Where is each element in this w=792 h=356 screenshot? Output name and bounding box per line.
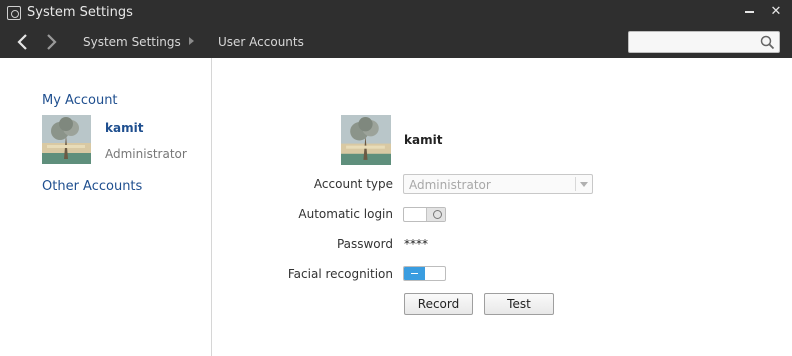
- title-bar: System Settings ✕: [0, 0, 792, 26]
- sidebar: My Account kamit Administrator Other Acc…: [0, 58, 212, 356]
- avatar[interactable]: [42, 115, 91, 164]
- chevron-left-icon: [17, 34, 27, 50]
- account-type-label: Account type: [313, 177, 393, 191]
- window-title: System Settings: [27, 5, 133, 20]
- close-button[interactable]: ✕: [768, 4, 784, 20]
- facial-recognition-toggle[interactable]: [403, 266, 446, 281]
- chevron-down-icon: [580, 182, 588, 187]
- sidebar-user-name[interactable]: kamit: [105, 121, 143, 135]
- toggle-off-icon: [426, 208, 445, 221]
- account-details-panel: kamit Account type Administrator Automat…: [213, 58, 792, 356]
- password-value[interactable]: ****: [404, 237, 428, 251]
- toggle-on-icon: [404, 267, 425, 280]
- search-icon[interactable]: [760, 35, 775, 50]
- automatic-login-toggle[interactable]: [403, 207, 446, 222]
- minimize-button[interactable]: [742, 4, 758, 20]
- forward-button[interactable]: [42, 32, 60, 52]
- select-divider: [575, 177, 576, 191]
- back-button[interactable]: [14, 32, 32, 52]
- account-type-value: Administrator: [409, 178, 491, 192]
- test-button[interactable]: Test: [484, 293, 554, 315]
- settings-app-icon: [7, 6, 21, 20]
- breadcrumb-separator-icon: [189, 37, 194, 45]
- search-box[interactable]: [628, 31, 780, 53]
- toolbar: System Settings User Accounts: [0, 26, 792, 58]
- sidebar-user-role: Administrator: [105, 147, 187, 161]
- breadcrumb-user-accounts[interactable]: User Accounts: [218, 35, 304, 49]
- user-avatar-image: [42, 115, 91, 164]
- account-user-name: kamit: [404, 133, 443, 147]
- user-avatar-image: [341, 115, 391, 165]
- search-input[interactable]: [633, 34, 753, 50]
- account-avatar[interactable]: [341, 115, 391, 165]
- sidebar-item-my-account[interactable]: My Account: [42, 93, 118, 108]
- chevron-right-icon: [47, 34, 57, 50]
- password-label: Password: [336, 237, 393, 251]
- facial-recognition-label: Facial recognition: [287, 267, 393, 281]
- account-type-select[interactable]: Administrator: [403, 174, 593, 194]
- breadcrumb-system-settings[interactable]: System Settings: [83, 35, 181, 49]
- automatic-login-label: Automatic login: [298, 207, 393, 221]
- sidebar-item-other-accounts[interactable]: Other Accounts: [42, 179, 142, 194]
- record-button[interactable]: Record: [404, 293, 473, 315]
